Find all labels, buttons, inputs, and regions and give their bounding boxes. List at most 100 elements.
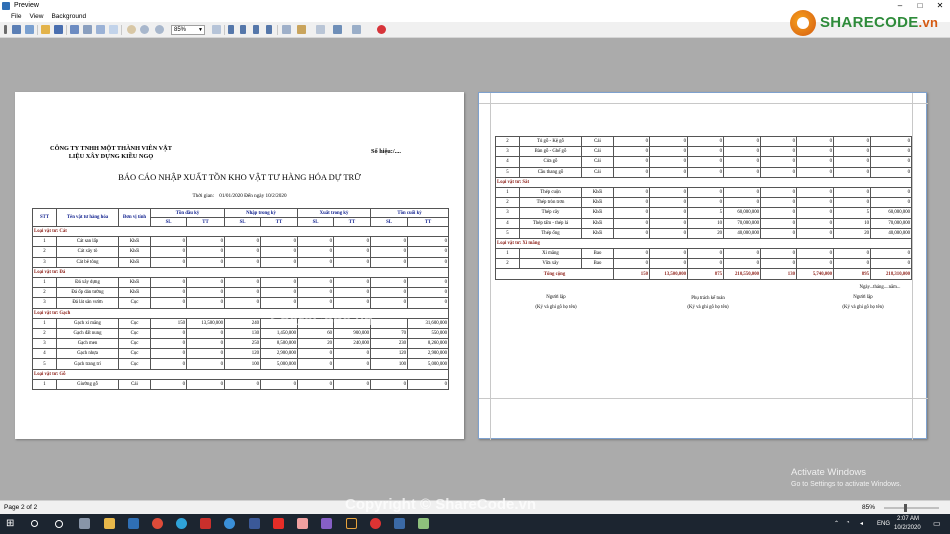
table-cell: 0 xyxy=(332,378,372,391)
browser-icon[interactable] xyxy=(224,518,235,529)
table-cell: 0 xyxy=(870,146,912,158)
table-cell: 0 xyxy=(186,246,225,258)
table-cell: 0 xyxy=(260,246,298,258)
save-icon[interactable] xyxy=(54,25,63,34)
report-page-2: 2 Tủ gỗ - Kệ gỗ Cái 0 0 0 0 0 0 0 0 3 Bàn gỗ - Ghế g… xyxy=(478,92,928,440)
signature-accountant-note: (Ký và ghi gõ họ tên) xyxy=(687,305,729,310)
search-icon[interactable] xyxy=(31,520,38,527)
table-cell: 5 xyxy=(32,358,57,370)
table-cell: Cục xyxy=(118,358,151,370)
network-icon[interactable]: ⌃ xyxy=(834,520,839,527)
app-icon[interactable] xyxy=(200,518,211,529)
app-icon[interactable] xyxy=(370,518,381,529)
table-cell: Khối xyxy=(118,236,151,248)
edge-icon[interactable] xyxy=(176,518,187,529)
table-cell: 0 xyxy=(760,258,797,270)
export-icon[interactable] xyxy=(333,25,342,34)
app-icon[interactable] xyxy=(418,518,429,529)
table-cell: Bao xyxy=(581,258,614,270)
clock-time[interactable]: 2:07 AM xyxy=(897,516,919,522)
send-email-icon[interactable] xyxy=(352,25,361,34)
menu-view[interactable]: View xyxy=(25,12,47,22)
page-setup-icon[interactable] xyxy=(96,25,105,34)
table-cell: Khối xyxy=(581,197,614,209)
app-icon[interactable] xyxy=(346,518,357,529)
zoom-in-icon[interactable] xyxy=(155,25,164,34)
app-icon[interactable] xyxy=(297,518,308,529)
zoom-out-icon[interactable] xyxy=(140,25,149,34)
sharecode-logo: SHARECODE.vn xyxy=(790,10,950,40)
wifi-icon[interactable]: ◔ xyxy=(846,520,850,526)
table-cell: 1 xyxy=(32,276,57,289)
last-page-icon[interactable] xyxy=(266,25,272,34)
volume-icon[interactable]: ◂ xyxy=(860,520,863,527)
logo-text: SHARECODE.vn xyxy=(820,14,939,31)
table-cell: Gạch xi măng xyxy=(56,317,119,329)
table-cell: 0 xyxy=(332,348,372,360)
zoom-select[interactable]: 85% ▼ xyxy=(171,25,205,35)
store-icon[interactable] xyxy=(128,518,139,529)
menu-background[interactable]: Background xyxy=(47,12,90,22)
table-row: 1 Giường gỗ Cái 0 0 0 0 0 0 0 0 xyxy=(32,378,450,391)
file-explorer-icon[interactable] xyxy=(104,518,115,529)
table-cell: 0 xyxy=(186,358,225,370)
scale-icon[interactable] xyxy=(109,25,118,34)
color-icon[interactable] xyxy=(297,25,306,34)
open-icon[interactable] xyxy=(41,25,50,34)
zoom-slider[interactable] xyxy=(884,507,939,509)
table-cell: 0 xyxy=(687,135,724,148)
group-label: Loại vật tư: Cát xyxy=(31,225,450,238)
table-cell: 0 xyxy=(723,166,761,178)
table-cell: Cửa gỗ xyxy=(519,156,582,168)
activate-windows-notice: Activate Windows Go to Settings to activ… xyxy=(791,467,902,488)
table-cell: 1 xyxy=(495,186,520,199)
hand-tool-icon[interactable] xyxy=(127,25,136,34)
first-page-icon[interactable] xyxy=(228,25,234,34)
document-map-icon[interactable] xyxy=(12,25,21,34)
youtube-icon[interactable] xyxy=(273,518,284,529)
previous-page-icon[interactable] xyxy=(240,25,246,34)
quick-print-icon[interactable] xyxy=(83,25,92,34)
chrome-icon[interactable] xyxy=(152,518,163,529)
table-cell: 0 xyxy=(613,217,650,229)
task-view-icon[interactable] xyxy=(79,518,90,529)
menu-file[interactable]: File xyxy=(7,12,25,22)
table-cell: Bàn gỗ - Ghế gỗ xyxy=(519,146,582,158)
table-cell: 0 xyxy=(796,248,834,260)
parameters-icon[interactable] xyxy=(25,25,34,34)
header-import: Nhập trong kỳ xyxy=(224,208,298,218)
table-cell: 0 xyxy=(649,248,688,260)
close-preview-icon[interactable] xyxy=(377,25,386,34)
header-tt: TT xyxy=(260,217,298,227)
table-cell: 0 xyxy=(870,186,912,199)
active-app-icon[interactable] xyxy=(394,518,405,529)
facebook-icon[interactable] xyxy=(249,518,260,529)
next-page-icon[interactable] xyxy=(253,25,259,34)
table-cell: 0 xyxy=(224,246,261,258)
table-row: 5 Gạch trang trí Cục 0 0 100 5,000,000 0 0 100 5,0… xyxy=(32,358,450,370)
table-cell: 5 xyxy=(495,166,520,178)
table-cell: 0 xyxy=(649,166,688,178)
table-row: 3 Gạch men Cục 0 0 250 8,500,000 20 240,000 230 8,… xyxy=(32,338,450,350)
print-icon[interactable] xyxy=(70,25,79,34)
table-cell: 3 xyxy=(32,338,57,350)
total-cell: 5,740,000 xyxy=(796,268,834,280)
zoom-slider-thumb[interactable] xyxy=(904,504,907,512)
app-icon xyxy=(2,2,10,10)
cortana-icon[interactable] xyxy=(55,520,63,528)
notification-icon[interactable]: ▭ xyxy=(933,519,941,528)
table-row: 2 Vữa xây Bao 0 0 0 0 0 0 0 0 xyxy=(495,258,912,270)
language-indicator[interactable]: ENG xyxy=(877,521,890,527)
multiple-pages-icon[interactable] xyxy=(282,25,291,34)
total-cell: 130 xyxy=(760,268,797,280)
zoom-fit-icon[interactable] xyxy=(212,25,221,34)
windows-start-icon[interactable]: ⊞ xyxy=(6,518,17,529)
watermark-icon[interactable] xyxy=(316,25,325,34)
chevron-down-icon: ▼ xyxy=(198,27,203,33)
table-cell: 0 xyxy=(870,258,912,270)
visual-studio-icon[interactable] xyxy=(321,518,332,529)
table-cell: 0 xyxy=(370,256,409,268)
table-row: 3 Đá lát sân vườn Cục 0 0 0 0 0 0 0 0 xyxy=(32,297,450,309)
table-cell: 0 xyxy=(370,378,409,391)
clock-date[interactable]: 10/2/2020 xyxy=(894,525,921,531)
